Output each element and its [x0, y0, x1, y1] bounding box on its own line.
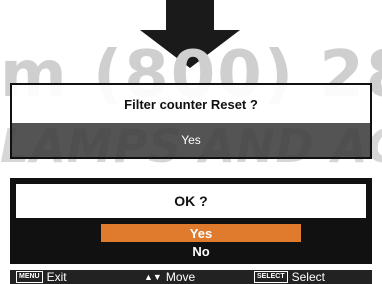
footer-move: ▲▼ Move	[144, 270, 195, 284]
confirm-question: OK ?	[16, 184, 366, 218]
up-down-icon: ▲▼	[144, 272, 162, 282]
footer-exit[interactable]: MENU Exit	[16, 270, 67, 284]
filter-reset-title: Filter counter Reset ?	[12, 85, 370, 123]
option-yes[interactable]: Yes	[101, 224, 301, 242]
exit-label: Exit	[46, 270, 67, 284]
menu-key-badge: MENU	[16, 271, 43, 283]
footer-select[interactable]: SELECT Select	[254, 270, 325, 284]
confirm-dialog: OK ? Yes No	[10, 178, 372, 264]
filter-reset-dialog: Filter counter Reset ? Yes	[10, 83, 372, 159]
footer-bar: MENU Exit ▲▼ Move SELECT Select	[10, 270, 372, 284]
move-label: Move	[165, 270, 196, 284]
select-key-badge: SELECT	[254, 271, 288, 283]
option-no[interactable]: No	[101, 242, 301, 260]
filter-reset-value: Yes	[12, 123, 370, 157]
select-label: Select	[291, 270, 325, 284]
